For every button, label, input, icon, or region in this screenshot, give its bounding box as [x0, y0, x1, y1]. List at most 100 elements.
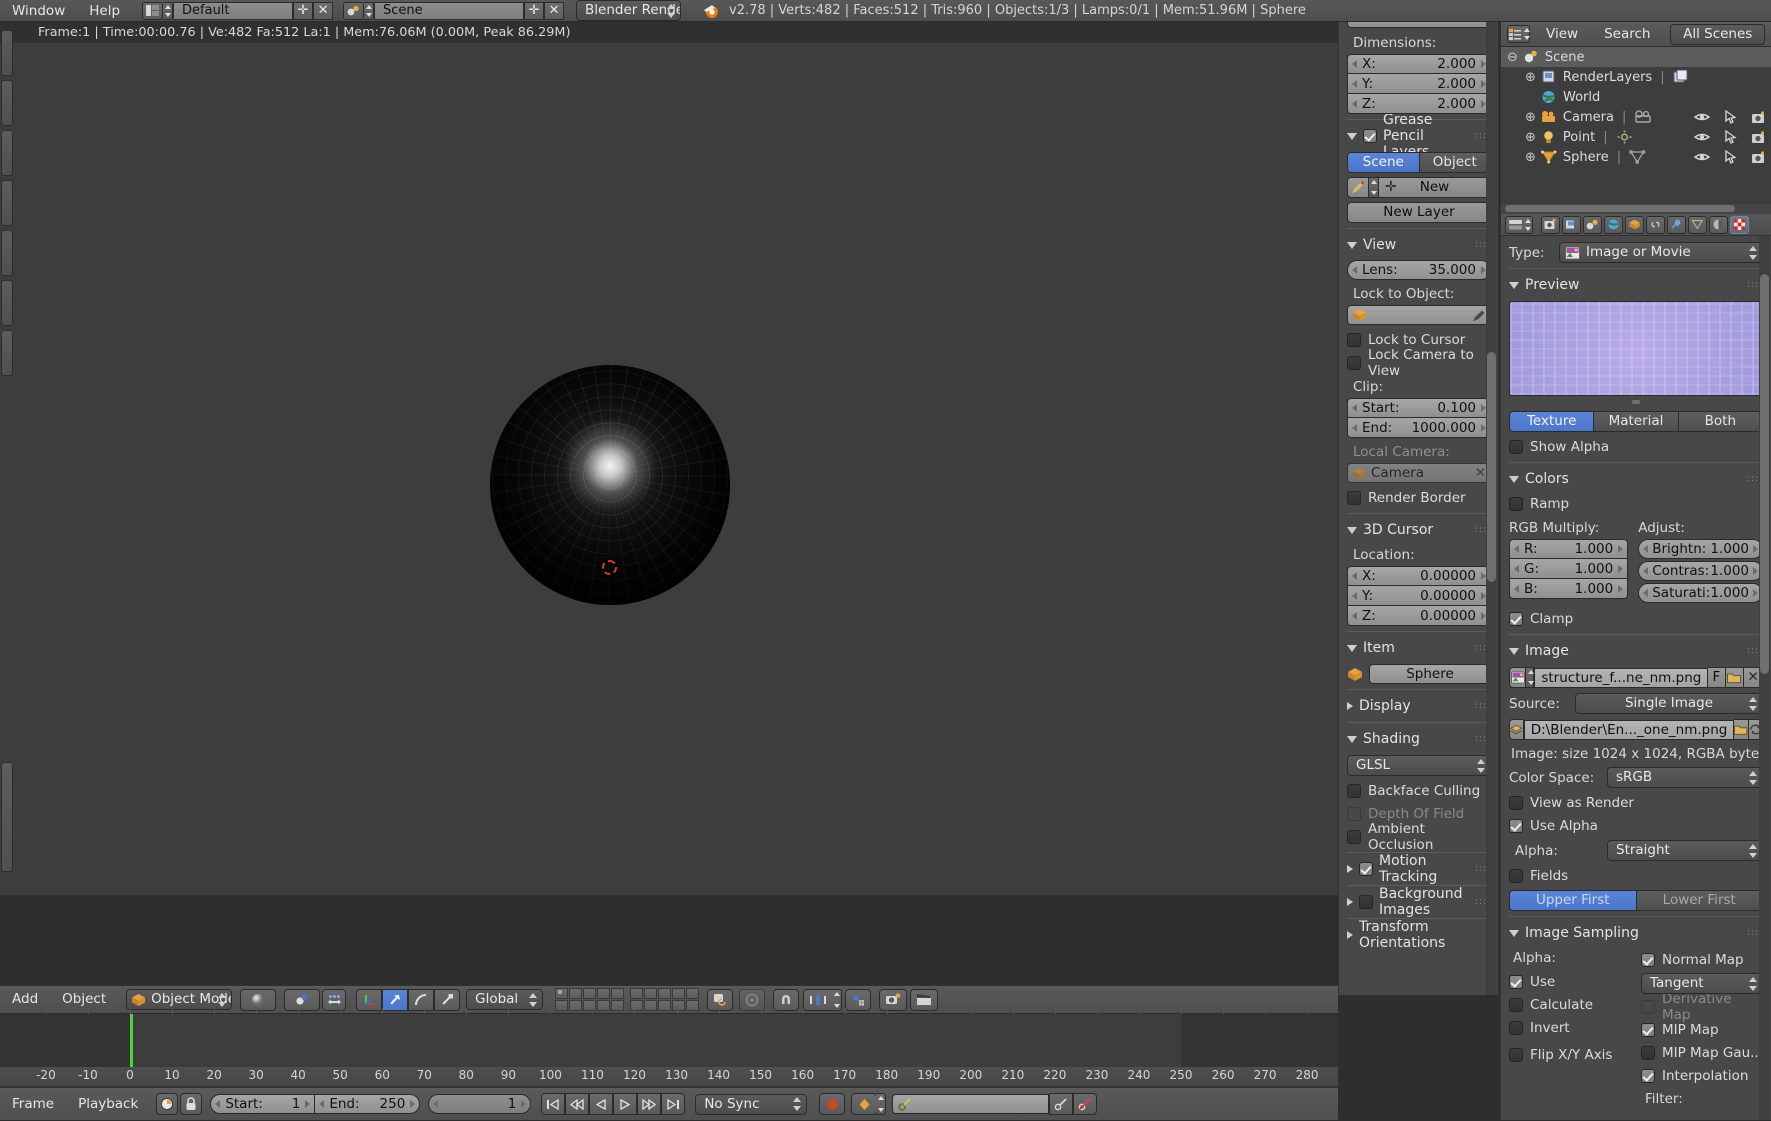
snap-element-button[interactable]: [803, 988, 834, 1011]
texture-type-dropdown[interactable]: Image or Movie: [1559, 242, 1763, 263]
scene-name-field[interactable]: Scene: [374, 1, 525, 20]
background-images-panel-header[interactable]: Background Images ::::: [1347, 886, 1491, 918]
tab-world[interactable]: [1604, 215, 1623, 234]
normal-map-row[interactable]: Normal Map: [1641, 950, 1763, 970]
delete-scene-button[interactable]: ✕: [544, 1, 565, 20]
render-camera-icon[interactable]: [1751, 111, 1767, 124]
pivot-point-dropdown[interactable]: [284, 988, 321, 1011]
renderlayers-data-icon[interactable]: [1673, 70, 1689, 84]
image-browse-file-button[interactable]: [1734, 719, 1749, 740]
tab-texture[interactable]: [1730, 215, 1749, 234]
color-b-field[interactable]: B: 1.000: [1509, 579, 1629, 599]
cursor-arrow-icon[interactable]: [1724, 130, 1737, 144]
lock-camera-to-view-row[interactable]: Lock Camera to View: [1347, 347, 1491, 379]
normal-space-dropdown[interactable]: Tangent: [1641, 973, 1763, 994]
menu-help[interactable]: Help: [77, 0, 132, 22]
camera-data-icon[interactable]: [1634, 110, 1652, 124]
field-order-lower-first-button[interactable]: Lower First: [1636, 890, 1763, 911]
sampling-use-checkbox[interactable]: [1509, 975, 1523, 989]
play-button[interactable]: [613, 1093, 638, 1115]
sampling-calculate-checkbox[interactable]: [1509, 998, 1523, 1012]
tab-material[interactable]: [1709, 215, 1728, 234]
eye-icon[interactable]: [1694, 131, 1710, 143]
timeline-track[interactable]: [0, 1008, 1338, 1067]
add-screen-layout-button[interactable]: ✛: [293, 1, 314, 20]
image-filepath-icon-button[interactable]: [1509, 719, 1524, 740]
jump-to-end-button[interactable]: [661, 1093, 686, 1115]
scale-manipulator-button[interactable]: [434, 988, 461, 1011]
snap-element-spinner[interactable]: [832, 988, 843, 1011]
render-engine-dropdown[interactable]: Blender Render: [576, 0, 682, 21]
grease-pencil-panel-header[interactable]: Grease Pencil Layers ::::: [1347, 112, 1491, 160]
fields-row[interactable]: Fields: [1509, 866, 1763, 886]
outliner-hscroll[interactable]: [1501, 204, 1771, 214]
view-as-render-row[interactable]: View as Render: [1509, 793, 1763, 813]
screen-layout-spinner[interactable]: [163, 1, 174, 20]
gp-new-layer-button[interactable]: New Layer: [1347, 202, 1491, 223]
shading-method-dropdown[interactable]: GLSL: [1347, 755, 1491, 776]
lock-time-button[interactable]: [180, 1093, 203, 1115]
image-fake-user-button[interactable]: F: [1708, 667, 1726, 688]
mip-map-gauss-checkbox[interactable]: [1641, 1046, 1655, 1060]
cursor-arrow-icon[interactable]: [1724, 110, 1737, 124]
alpha-mode-dropdown[interactable]: Straight: [1607, 840, 1763, 861]
tab-object[interactable]: [1625, 215, 1644, 234]
render-border-row[interactable]: Render Border: [1347, 488, 1491, 508]
layer-cell[interactable]: [658, 1000, 672, 1011]
layer-cell[interactable]: [597, 988, 611, 999]
tab-scene[interactable]: [1583, 215, 1602, 234]
properties-scrollbar[interactable]: [1760, 274, 1769, 674]
layer-cell[interactable]: [611, 1000, 625, 1011]
transform-orientation-dropdown[interactable]: Global: [466, 989, 544, 1010]
colorspace-dropdown[interactable]: sRGB: [1607, 767, 1763, 788]
show-alpha-row[interactable]: Show Alpha: [1509, 437, 1763, 457]
image-filepath-field[interactable]: D:\Blender\En..._one_nm.png: [1523, 719, 1735, 740]
layer-cell[interactable]: [672, 1000, 686, 1011]
cursor-arrow-icon[interactable]: [1724, 150, 1737, 164]
render-camera-icon[interactable]: [1751, 131, 1767, 144]
preview-tab-both[interactable]: Both: [1678, 411, 1763, 432]
gp-brush-icon-button[interactable]: [1347, 177, 1369, 198]
sampling-invert-checkbox[interactable]: [1509, 1021, 1523, 1035]
use-alpha-checkbox[interactable]: [1509, 819, 1523, 833]
scene-spinner[interactable]: [364, 1, 375, 20]
expand-plus-icon[interactable]: ⊕: [1525, 130, 1536, 145]
manipulator-toggle[interactable]: [356, 988, 383, 1011]
next-keyframe-button[interactable]: [637, 1093, 662, 1115]
auto-keying-button[interactable]: [819, 1093, 846, 1115]
snap-target-button[interactable]: [845, 988, 872, 1011]
add-scene-button[interactable]: ✛: [524, 1, 545, 20]
scene-icon[interactable]: [343, 1, 365, 20]
item-object-name-field[interactable]: Sphere: [1369, 664, 1491, 684]
lamp-data-icon[interactable]: [1616, 130, 1633, 144]
image-panel-header[interactable]: Image ::::: [1509, 640, 1763, 662]
cursor-x-field[interactable]: X: 0.00000: [1347, 566, 1491, 586]
outliner-editor-type-icon[interactable]: [1507, 25, 1524, 43]
frame-end-field[interactable]: End: 250: [315, 1094, 421, 1114]
cursor-y-field[interactable]: Y: 0.00000: [1347, 586, 1491, 606]
fields-checkbox[interactable]: [1509, 869, 1523, 883]
use-alpha-row[interactable]: Use Alpha: [1509, 816, 1763, 836]
play-reverse-button[interactable]: [589, 1093, 614, 1115]
preview-resize-grip[interactable]: ═: [1509, 396, 1763, 408]
sampling-use-row[interactable]: Use: [1509, 972, 1631, 992]
viewport-left-tab-3[interactable]: [1, 130, 13, 176]
preview-panel-header[interactable]: Preview ::::: [1509, 274, 1763, 296]
sampling-flip-xy-checkbox[interactable]: [1509, 1048, 1523, 1062]
brightness-field[interactable]: Brightn: 1.000: [1638, 539, 1763, 559]
outliner-row-scene[interactable]: ⊖ Scene: [1501, 47, 1771, 67]
properties-editor-type-spinner[interactable]: [1523, 215, 1533, 234]
gp-tab-object[interactable]: Object: [1419, 152, 1491, 173]
outliner-hscroll-thumb[interactable]: [1505, 205, 1735, 212]
lock-to-cursor-checkbox[interactable]: [1347, 333, 1361, 347]
outliner-row-point[interactable]: ⊕ Point |: [1501, 127, 1771, 147]
rotate-manipulator-button[interactable]: [408, 988, 435, 1011]
mip-map-row[interactable]: MIP Map: [1641, 1020, 1763, 1040]
outliner-menu-search[interactable]: Search: [1594, 22, 1660, 47]
previous-keyframe-button[interactable]: [565, 1093, 590, 1115]
layer-cell[interactable]: [630, 988, 644, 999]
shading-panel-header[interactable]: Shading ::::: [1347, 728, 1491, 750]
sync-mode-dropdown[interactable]: No Sync: [695, 1093, 808, 1115]
layer-cell[interactable]: [644, 1000, 658, 1011]
outliner-row-world[interactable]: World: [1501, 87, 1771, 107]
